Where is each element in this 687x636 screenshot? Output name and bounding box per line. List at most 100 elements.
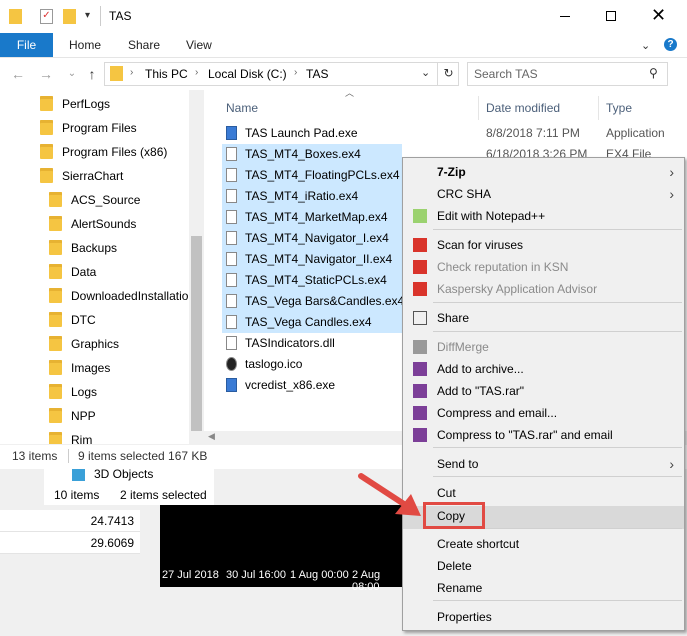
nav-subitem[interactable]: Logs — [49, 380, 97, 404]
file-row[interactable]: taslogo.ico — [222, 354, 402, 375]
menu-item-delete[interactable]: Delete — [403, 555, 684, 577]
chevron-down-icon[interactable]: ▾ — [85, 10, 90, 21]
nav-item-program-files[interactable]: Program Files — [40, 116, 137, 140]
forward-icon[interactable]: → — [38, 66, 54, 82]
refresh-button[interactable]: ↻ — [437, 62, 459, 86]
navigation-pane: PerfLogs Program Files Program Files (x8… — [0, 90, 204, 444]
breadcrumb-separator[interactable]: › — [195, 67, 198, 78]
properties-icon[interactable]: ✓ — [40, 9, 53, 24]
menu-item-7-zip[interactable]: 7-Zip › — [403, 161, 684, 183]
file-row[interactable]: TAS_Vega Bars&Candles.ex4 — [222, 291, 405, 312]
menu-item-label: DiffMerge — [437, 340, 489, 354]
nav-item-sierrachart[interactable]: SierraChart — [40, 164, 123, 188]
maximize-icon[interactable] — [606, 11, 616, 21]
column-header-date[interactable]: Date modified — [486, 98, 560, 118]
file-icon — [226, 188, 237, 203]
chevron-right-icon: › — [669, 164, 674, 180]
ribbon-expand-icon[interactable]: ⌄ — [641, 39, 650, 52]
menu-item-compress-to-tas-rar-and-email[interactable]: Compress to "TAS.rar" and email — [403, 424, 684, 446]
file-row[interactable]: TAS_Vega Candles.ex4 — [222, 312, 402, 333]
recent-chevron-icon[interactable]: ⌄ — [64, 66, 80, 82]
breadcrumb-separator[interactable]: › — [294, 67, 297, 78]
column-header-name[interactable]: Name — [226, 98, 258, 118]
close-icon[interactable]: ✕ — [651, 5, 666, 26]
menu-item-share[interactable]: Share — [403, 307, 684, 329]
breadcrumb-local-disk[interactable]: Local Disk (C:) — [208, 67, 287, 81]
ribbon-tabs — [0, 33, 687, 58]
file-name: TASIndicators.dll — [245, 336, 335, 350]
column-divider[interactable] — [598, 96, 599, 120]
menu-item-label: Delete — [437, 559, 472, 573]
nav-subitem[interactable]: AlertSounds — [49, 212, 136, 236]
menu-item-kaspersky-application-advisor[interactable]: Kaspersky Application Advisor — [403, 278, 684, 300]
column-header-type[interactable]: Type — [606, 98, 632, 118]
menu-item-cut[interactable]: Cut — [403, 482, 684, 504]
winrar-icon — [413, 362, 427, 376]
nav-subitem[interactable]: ACS_Source — [49, 188, 140, 212]
column-divider[interactable] — [478, 96, 479, 120]
file-row[interactable]: TAS_MT4_MarketMap.ex4 — [222, 207, 402, 228]
file-row[interactable]: TAS_MT4_Boxes.ex4 — [222, 144, 402, 165]
menu-item-scan-for-viruses[interactable]: Scan for viruses — [403, 234, 684, 256]
file-row[interactable]: TAS_MT4_Navigator_I.ex4 — [222, 228, 402, 249]
file-row[interactable]: TAS_MT4_Navigator_II.ex4 — [222, 249, 402, 270]
file-name: TAS Launch Pad.exe — [245, 126, 358, 140]
menu-item-add-to-archive[interactable]: Add to archive... — [403, 358, 684, 380]
nav-subitem[interactable]: Backups — [49, 236, 117, 260]
folder-icon — [49, 216, 62, 232]
nav-scrollbar-thumb[interactable] — [191, 236, 202, 431]
nav-subitem[interactable]: NPP — [49, 404, 96, 428]
menu-item-diffmerge[interactable]: DiffMerge — [403, 336, 684, 358]
breadcrumb-separator[interactable]: › — [130, 67, 133, 78]
new-folder-icon[interactable] — [63, 9, 76, 24]
menu-item-create-shortcut[interactable]: Create shortcut — [403, 533, 684, 555]
breadcrumb-tas[interactable]: TAS — [306, 67, 328, 81]
nav-item-program-files-x86[interactable]: Program Files (x86) — [40, 140, 167, 164]
nav-subitem[interactable]: Images — [49, 356, 110, 380]
tab-share[interactable]: Share — [128, 33, 160, 57]
file-row[interactable]: TAS_MT4_StaticPCLs.ex4 — [222, 270, 402, 291]
help-icon[interactable]: ? — [664, 38, 677, 51]
tab-file[interactable]: File — [0, 33, 53, 57]
folder-icon — [49, 240, 62, 256]
file-type: Application — [606, 126, 665, 140]
file-row[interactable]: TAS_MT4_iRatio.ex4 — [222, 186, 402, 207]
file-name: TAS_Vega Candles.ex4 — [245, 315, 372, 329]
nav-item-perflogs[interactable]: PerfLogs — [40, 92, 110, 116]
address-dropdown-icon[interactable]: ⌄ — [421, 66, 430, 79]
menu-item-rename[interactable]: Rename — [403, 577, 684, 599]
file-icon — [226, 293, 237, 308]
timeline-label: 30 Jul 16:00 — [226, 569, 286, 581]
nav-subitem[interactable]: DownloadedInstallatio — [49, 284, 188, 308]
nav-subitem[interactable]: Rim — [49, 428, 92, 444]
menu-item-edit-with-notepad[interactable]: Edit with Notepad++ — [403, 205, 684, 227]
up-icon[interactable]: ↑ — [84, 66, 100, 82]
tab-home[interactable]: Home — [69, 33, 101, 57]
file-row[interactable]: TASIndicators.dll — [222, 333, 402, 354]
folder-icon — [49, 288, 62, 304]
menu-item-add-to-tas-rar[interactable]: Add to "TAS.rar" — [403, 380, 684, 402]
menu-item-properties[interactable]: Properties — [403, 606, 684, 628]
menu-item-check-reputation-in-ksn[interactable]: Check reputation in KSN — [403, 256, 684, 278]
breadcrumb-this-pc[interactable]: This PC — [145, 67, 188, 81]
menu-item-compress-and-email[interactable]: Compress and email... — [403, 402, 684, 424]
nav-subitem[interactable]: Data — [49, 260, 96, 284]
chevron-right-icon: › — [669, 186, 674, 202]
folder-icon — [9, 9, 22, 24]
nav-subitem[interactable]: Graphics — [49, 332, 119, 356]
file-row[interactable]: TAS_MT4_FloatingPCLs.ex4 — [222, 165, 402, 186]
file-row[interactable]: TAS Launch Pad.exe — [222, 123, 402, 144]
tab-view[interactable]: View — [186, 33, 212, 57]
menu-item-crc-sha[interactable]: CRC SHA › — [403, 183, 684, 205]
scroll-left-icon[interactable]: ◀ — [208, 431, 215, 442]
file-name: TAS_Vega Bars&Candles.ex4 — [245, 294, 405, 308]
menu-item-send-to[interactable]: Send to › — [403, 453, 684, 475]
file-row[interactable]: vcredist_x86.exe — [222, 375, 402, 396]
minimize-icon[interactable] — [560, 16, 570, 17]
search-input[interactable]: Search TAS — [467, 62, 668, 86]
annotation-arrow-icon — [358, 473, 421, 516]
nav-subitem[interactable]: DTC — [49, 308, 96, 332]
back-icon[interactable]: ← — [10, 66, 26, 82]
nav-label: DTC — [71, 313, 96, 327]
status-selected: 9 items selected 167 KB — [78, 449, 208, 463]
